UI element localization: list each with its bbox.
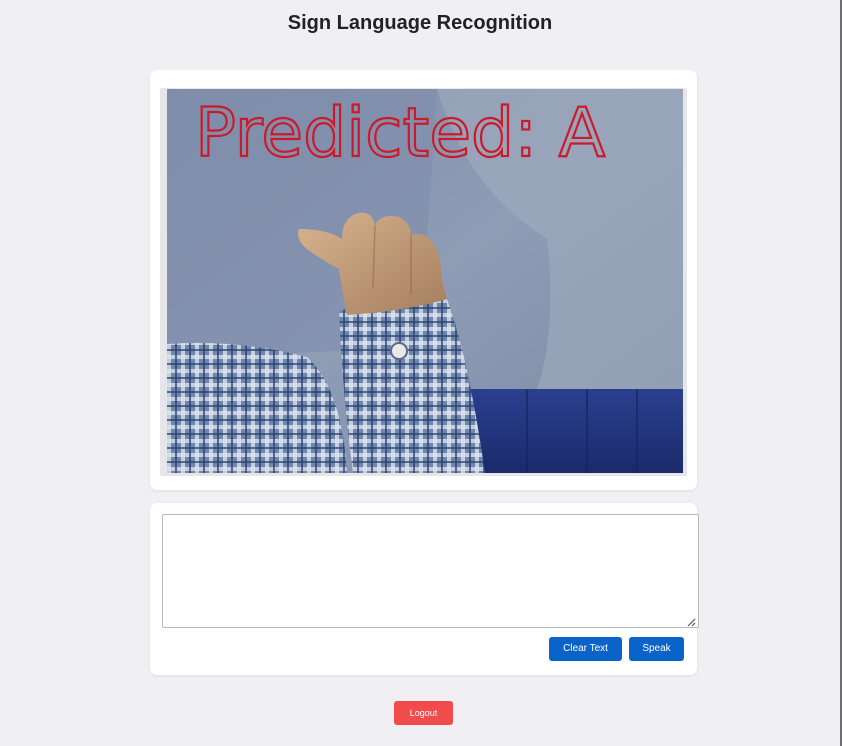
recognized-text-area[interactable] xyxy=(162,514,699,628)
webcam-feed: Predicted: A xyxy=(160,88,687,476)
logout-button[interactable]: Logout xyxy=(394,701,453,725)
prediction-overlay: Predicted: A xyxy=(195,94,605,173)
webcam-image: Predicted: A xyxy=(167,89,683,473)
video-card: Predicted: A xyxy=(150,70,697,490)
page-title: Sign Language Recognition xyxy=(287,12,553,34)
text-card: Clear Text Speak xyxy=(150,503,699,675)
page: Sign Language Recognition Predicted: A C… xyxy=(0,0,842,746)
speak-button[interactable]: Speak xyxy=(629,637,684,661)
clear-text-button[interactable]: Clear Text xyxy=(549,637,622,661)
resize-grip-icon[interactable] xyxy=(685,616,697,628)
